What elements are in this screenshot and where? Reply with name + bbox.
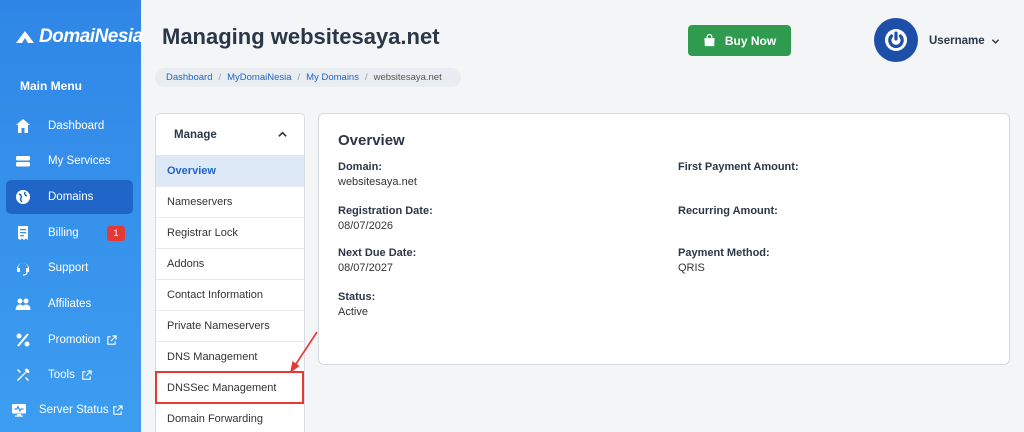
status-value: Active (338, 306, 368, 318)
first-payment-field: First Payment Amount: (678, 161, 799, 176)
domain-label: Domain: (338, 161, 382, 173)
manage-item-contact-information[interactable]: Contact Information (156, 280, 304, 311)
registration-date-field: Registration Date: 08/07/2026 (338, 205, 433, 232)
sidebar-item-label: Server Status (39, 404, 109, 416)
monitor-icon (10, 401, 28, 419)
manage-item-nameservers[interactable]: Nameservers (156, 187, 304, 218)
sidebar: DomaiNesia Main Menu Dashboard My Servic… (0, 0, 143, 432)
next-due-date-field: Next Due Date: 08/07/2027 (338, 247, 416, 274)
users-icon (14, 295, 32, 313)
manage-item-domain-forwarding[interactable]: Domain Forwarding (156, 404, 304, 432)
sidebar-item-support[interactable]: Support (6, 251, 133, 285)
status-label: Status: (338, 291, 376, 303)
sidebar-item-server-status[interactable]: Server Status (2, 393, 137, 427)
server-icon (14, 152, 32, 170)
registration-date-label: Registration Date: (338, 205, 433, 217)
next-due-date-label: Next Due Date: (338, 247, 417, 259)
manage-panel-title: Manage (174, 128, 217, 141)
breadcrumb-dashboard[interactable]: Dashboard (166, 72, 212, 83)
sidebar-item-my-services[interactable]: My Services (6, 144, 133, 178)
payment-method-value: QRIS (678, 262, 705, 274)
breadcrumb-mydomainesia[interactable]: MyDomaiNesia (227, 72, 291, 83)
manage-item-addons[interactable]: Addons (156, 249, 304, 280)
first-payment-label: First Payment Amount: (678, 161, 799, 173)
billing-count-badge: 1 (107, 225, 125, 241)
sidebar-item-label: Domains (48, 191, 94, 203)
main-menu-title: Main Menu (20, 79, 82, 93)
sidebar-item-affiliates[interactable]: Affiliates (6, 287, 133, 321)
brand-name: DomaiNesia (39, 26, 143, 47)
brand-mark-icon (16, 31, 34, 43)
user-menu[interactable]: Username (929, 35, 1000, 47)
breadcrumb-my-domains[interactable]: My Domains (306, 72, 359, 83)
external-link-icon (82, 369, 92, 380)
sidebar-item-label: Billing (48, 227, 79, 239)
breadcrumb-current: websitesaya.net (373, 72, 442, 83)
registration-date-value: 08/07/2026 (338, 220, 394, 232)
avatar[interactable] (874, 18, 918, 62)
tools-icon (14, 366, 32, 384)
domain-value: websitesaya.net (338, 176, 417, 188)
shopping-bag-icon (704, 34, 715, 47)
percent-icon (14, 331, 32, 349)
payment-method-label: Payment Method: (678, 247, 770, 259)
sidebar-item-billing[interactable]: Billing 1 (6, 216, 133, 250)
breadcrumb-separator: / (218, 72, 222, 83)
sidebar-item-label: Dashboard (48, 120, 105, 132)
recurring-amount-label: Recurring Amount: (678, 205, 778, 217)
home-icon (14, 117, 32, 135)
sidebar-item-label: Promotion (48, 334, 101, 346)
overview-card: Overview Domain: websitesaya.net Registr… (318, 113, 1010, 365)
username-label: Username (929, 35, 985, 47)
payment-method-field: Payment Method: QRIS (678, 247, 770, 274)
recurring-amount-field: Recurring Amount: (678, 205, 778, 220)
sidebar-item-tools[interactable]: Tools (6, 358, 133, 392)
breadcrumb: Dashboard / MyDomaiNesia / My Domains / … (155, 68, 461, 87)
breadcrumb-separator: / (364, 72, 368, 83)
external-link-icon (107, 334, 118, 345)
manage-item-overview[interactable]: Overview (156, 156, 304, 187)
power-icon (885, 29, 907, 51)
manage-panel-header[interactable]: Manage (156, 114, 304, 156)
buy-now-label: Buy Now (724, 33, 777, 48)
sidebar-item-label: My Services (48, 155, 111, 167)
manage-item-registrar-lock[interactable]: Registrar Lock (156, 218, 304, 249)
globe-icon (14, 188, 32, 206)
sidebar-item-label: Tools (48, 369, 75, 381)
sidebar-item-dashboard[interactable]: Dashboard (6, 109, 133, 143)
chevron-down-icon (991, 38, 999, 44)
headset-icon (14, 259, 32, 277)
overview-title: Overview (338, 132, 405, 149)
status-field: Status: Active (338, 291, 375, 318)
sidebar-item-label: Affiliates (48, 298, 92, 310)
page-title: Managing websitesaya.net (162, 24, 440, 49)
receipt-icon (14, 224, 32, 242)
breadcrumb-separator: / (297, 72, 301, 83)
sidebar-item-promotion[interactable]: Promotion (6, 323, 133, 357)
chevron-up-icon (278, 131, 287, 137)
external-link-icon (112, 404, 123, 415)
next-due-date-value: 08/07/2027 (338, 262, 394, 274)
sidebar-item-label: Support (48, 262, 89, 274)
buy-now-button[interactable]: Buy Now (688, 25, 791, 56)
sidebar-item-domains[interactable]: Domains (6, 180, 133, 214)
domain-field: Domain: websitesaya.net (338, 161, 417, 188)
brand-logo[interactable]: DomaiNesia (14, 26, 143, 48)
